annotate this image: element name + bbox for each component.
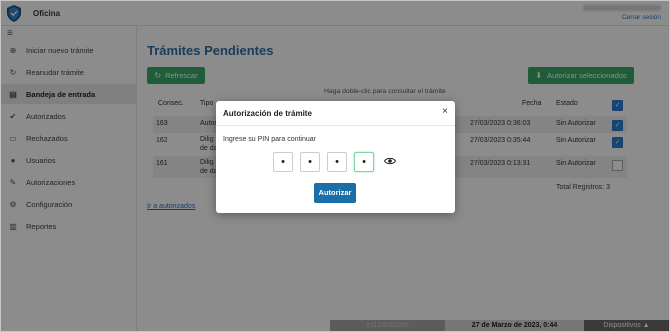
authorization-modal: Autorización de trámite × Ingrese su PIN… bbox=[216, 101, 455, 213]
modal-header: Autorización de trámite × bbox=[216, 101, 455, 126]
modal-title: Autorización de trámite bbox=[223, 109, 312, 118]
pin-digit-2[interactable]: • bbox=[300, 152, 320, 172]
app-window: Oficina Cerrar sesión ≡ ⊕ Iniciar nuevo t… bbox=[0, 0, 670, 332]
authorize-button[interactable]: Autorizar bbox=[314, 183, 356, 203]
pin-digit-4[interactable]: • bbox=[354, 152, 374, 172]
pin-digit-3[interactable]: • bbox=[327, 152, 347, 172]
eye-icon[interactable] bbox=[384, 157, 396, 165]
close-icon[interactable]: × bbox=[442, 107, 448, 117]
pin-prompt: Ingrese su PIN para continuar bbox=[223, 136, 316, 143]
pin-digit-1[interactable]: • bbox=[273, 152, 293, 172]
